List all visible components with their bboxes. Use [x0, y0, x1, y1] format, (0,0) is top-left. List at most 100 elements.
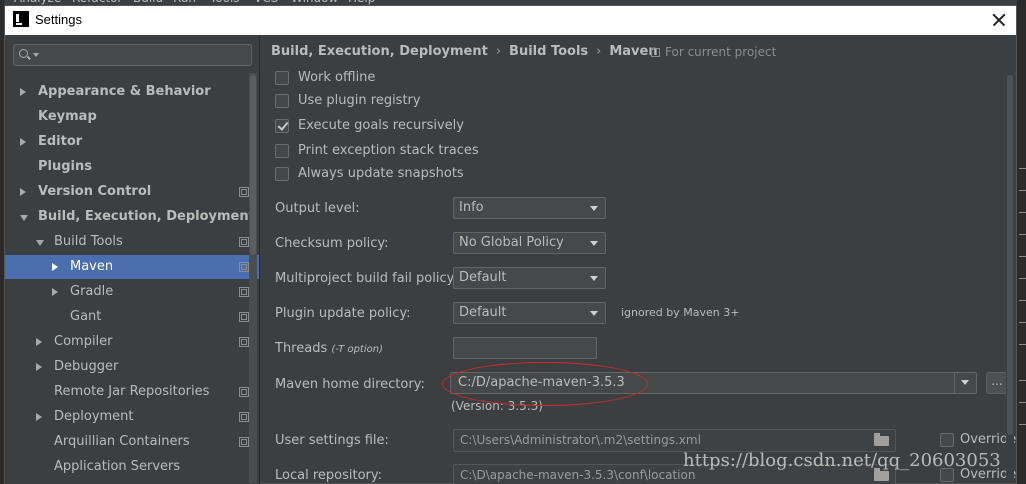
project-settings-icon — [239, 312, 249, 322]
tree-item-editor[interactable]: Editor — [5, 130, 259, 154]
collapsed-arrow-icon[interactable] — [20, 88, 26, 96]
maven-home-browse-button[interactable]: ... — [986, 372, 1008, 394]
project-settings-icon — [239, 287, 249, 297]
tree-scrollbar-thumb[interactable] — [250, 75, 256, 255]
project-settings-icon — [239, 262, 249, 272]
collapsed-arrow-icon[interactable] — [20, 138, 26, 146]
local-repository-label: Local repository: — [275, 468, 382, 483]
checkbox-checked-icon[interactable] — [275, 119, 289, 133]
maven-home-select[interactable]: C:/D/apache-maven-3.5.3 — [450, 372, 977, 394]
tree-item-clouds[interactable]: Clouds — [5, 480, 259, 484]
collapsed-arrow-icon[interactable] — [36, 338, 42, 346]
breadcrumb-item: Build Tools — [509, 44, 589, 59]
title-bar: Settings — [5, 6, 1016, 35]
tree-item-gant[interactable]: Gant — [5, 305, 259, 329]
checkbox-label: Print exception stack traces — [298, 143, 479, 158]
chevron-down-icon[interactable] — [954, 373, 976, 393]
checkbox[interactable] — [940, 433, 954, 447]
expanded-arrow-icon[interactable] — [36, 240, 44, 246]
checkbox-label: Always update snapshots — [298, 166, 464, 181]
project-settings-icon — [239, 337, 249, 347]
project-scope-note: For current project — [651, 45, 776, 59]
tree-item-label: Remote Jar Repositories — [54, 384, 210, 399]
project-settings-icon — [239, 237, 249, 247]
search-icon — [19, 49, 28, 58]
output-level-label: Output level: — [275, 201, 360, 216]
tree-item-label: Compiler — [54, 334, 113, 349]
tree-item-build-execution-deployment[interactable]: Build, Execution, Deployment — [5, 205, 259, 229]
tree-item-label: Maven — [70, 259, 114, 274]
chevron-down-icon — [590, 311, 598, 316]
checkbox-unchecked-icon[interactable] — [275, 144, 289, 158]
checkbox-unchecked-icon[interactable] — [275, 71, 289, 85]
breadcrumb-separator: › — [596, 44, 602, 59]
tree-item-remote-jar-repositories[interactable]: Remote Jar Repositories — [5, 380, 259, 404]
maven-settings-panel: Build, Execution, Deployment › Build Tools… — [261, 35, 1016, 484]
user-settings-value: C:\Users\Administrator\.m2\settings.xml — [460, 433, 701, 447]
collapsed-arrow-icon[interactable] — [52, 288, 58, 296]
checksum-policy-value: No Global Policy — [459, 235, 564, 250]
project-settings-icon — [239, 387, 249, 397]
output-level-value: Info — [459, 200, 484, 215]
tree-item-gradle[interactable]: Gradle — [5, 280, 259, 304]
tree-item-label: Appearance & Behavior — [38, 84, 211, 99]
maven-home-label: Maven home directory: — [275, 377, 425, 392]
expanded-arrow-icon[interactable] — [20, 215, 28, 221]
chevron-down-icon — [590, 241, 598, 246]
tree-item-keymap[interactable]: Keymap — [5, 105, 259, 129]
tree-item-label: Debugger — [54, 359, 119, 374]
breadcrumb-item: Build, Execution, Deployment — [271, 44, 488, 59]
threads-input[interactable] — [453, 337, 597, 359]
plugin-update-policy-note: ignored by Maven 3+ — [621, 306, 740, 319]
plugin-update-policy-select[interactable]: Default — [453, 302, 606, 324]
checkbox-unchecked-icon[interactable] — [275, 94, 289, 108]
threads-label-text: Threads — [275, 341, 328, 356]
tree-item-version-control[interactable]: Version Control — [5, 180, 259, 204]
checkbox-unchecked-icon[interactable] — [275, 167, 289, 181]
project-settings-icon — [239, 187, 249, 197]
tree-item-arquillian-containers[interactable]: Arquillian Containers — [5, 430, 259, 454]
tree-item-compiler[interactable]: Compiler — [5, 330, 259, 354]
plugin-update-policy-value: Default — [459, 305, 507, 320]
chevron-down-icon — [590, 276, 598, 281]
settings-dialog: Settings Appearance & Behavior Keymap Edit… — [4, 5, 1017, 484]
collapsed-arrow-icon[interactable] — [36, 363, 42, 371]
checkbox-label: Work offline — [298, 70, 376, 85]
tree-item-label: Version Control — [38, 184, 152, 199]
breadcrumb: Build, Execution, Deployment › Build Tools… — [271, 44, 658, 59]
tree-item-label: Build, Execution, Deployment — [38, 209, 255, 224]
collapsed-arrow-icon[interactable] — [52, 263, 58, 271]
tree-item-label: Application Servers — [54, 459, 181, 474]
project-copy-icon — [651, 48, 660, 57]
settings-search-input[interactable] — [13, 44, 252, 66]
threads-hint: (-T option) — [331, 344, 383, 355]
tree-item-deployment[interactable]: Deployment — [5, 405, 259, 429]
tree-item-debugger[interactable]: Debugger — [5, 355, 259, 379]
user-settings-input[interactable]: C:\Users\Administrator\.m2\settings.xml — [453, 429, 896, 452]
collapsed-arrow-icon[interactable] — [36, 413, 42, 421]
multiproject-fail-policy-label: Multiproject build fail policy: — [275, 271, 458, 286]
multiproject-fail-policy-select[interactable]: Default — [453, 267, 606, 289]
checkbox-label: Use plugin registry — [298, 93, 421, 108]
tree-item-label: Gradle — [70, 284, 114, 299]
content-scrollbar-thumb[interactable] — [1007, 75, 1013, 435]
tree-item-label: Deployment — [54, 409, 134, 424]
tree-item-maven[interactable]: Maven — [5, 255, 259, 279]
folder-icon[interactable] — [874, 468, 889, 481]
close-button[interactable] — [988, 9, 1010, 31]
tree-item-build-tools[interactable]: Build Tools — [5, 230, 259, 254]
maven-home-value: C:/D/apache-maven-3.5.3 — [458, 375, 625, 390]
tree-item-application-servers[interactable]: Application Servers — [5, 455, 259, 479]
tree-item-appearance-behavior[interactable]: Appearance & Behavior — [5, 80, 259, 104]
output-level-select[interactable]: Info — [453, 197, 606, 219]
search-dropdown-icon[interactable] — [33, 53, 39, 57]
collapsed-arrow-icon[interactable] — [20, 188, 26, 196]
tree-item-label: Keymap — [38, 109, 97, 124]
checksum-policy-label: Checksum policy: — [275, 236, 389, 251]
threads-label: Threads (-T option) — [275, 341, 383, 356]
tree-item-label: Build Tools — [54, 234, 123, 249]
folder-icon[interactable] — [874, 433, 889, 446]
checksum-policy-select[interactable]: No Global Policy — [453, 232, 606, 254]
tree-item-plugins[interactable]: Plugins — [5, 155, 259, 179]
intellij-logo-icon — [13, 11, 29, 27]
